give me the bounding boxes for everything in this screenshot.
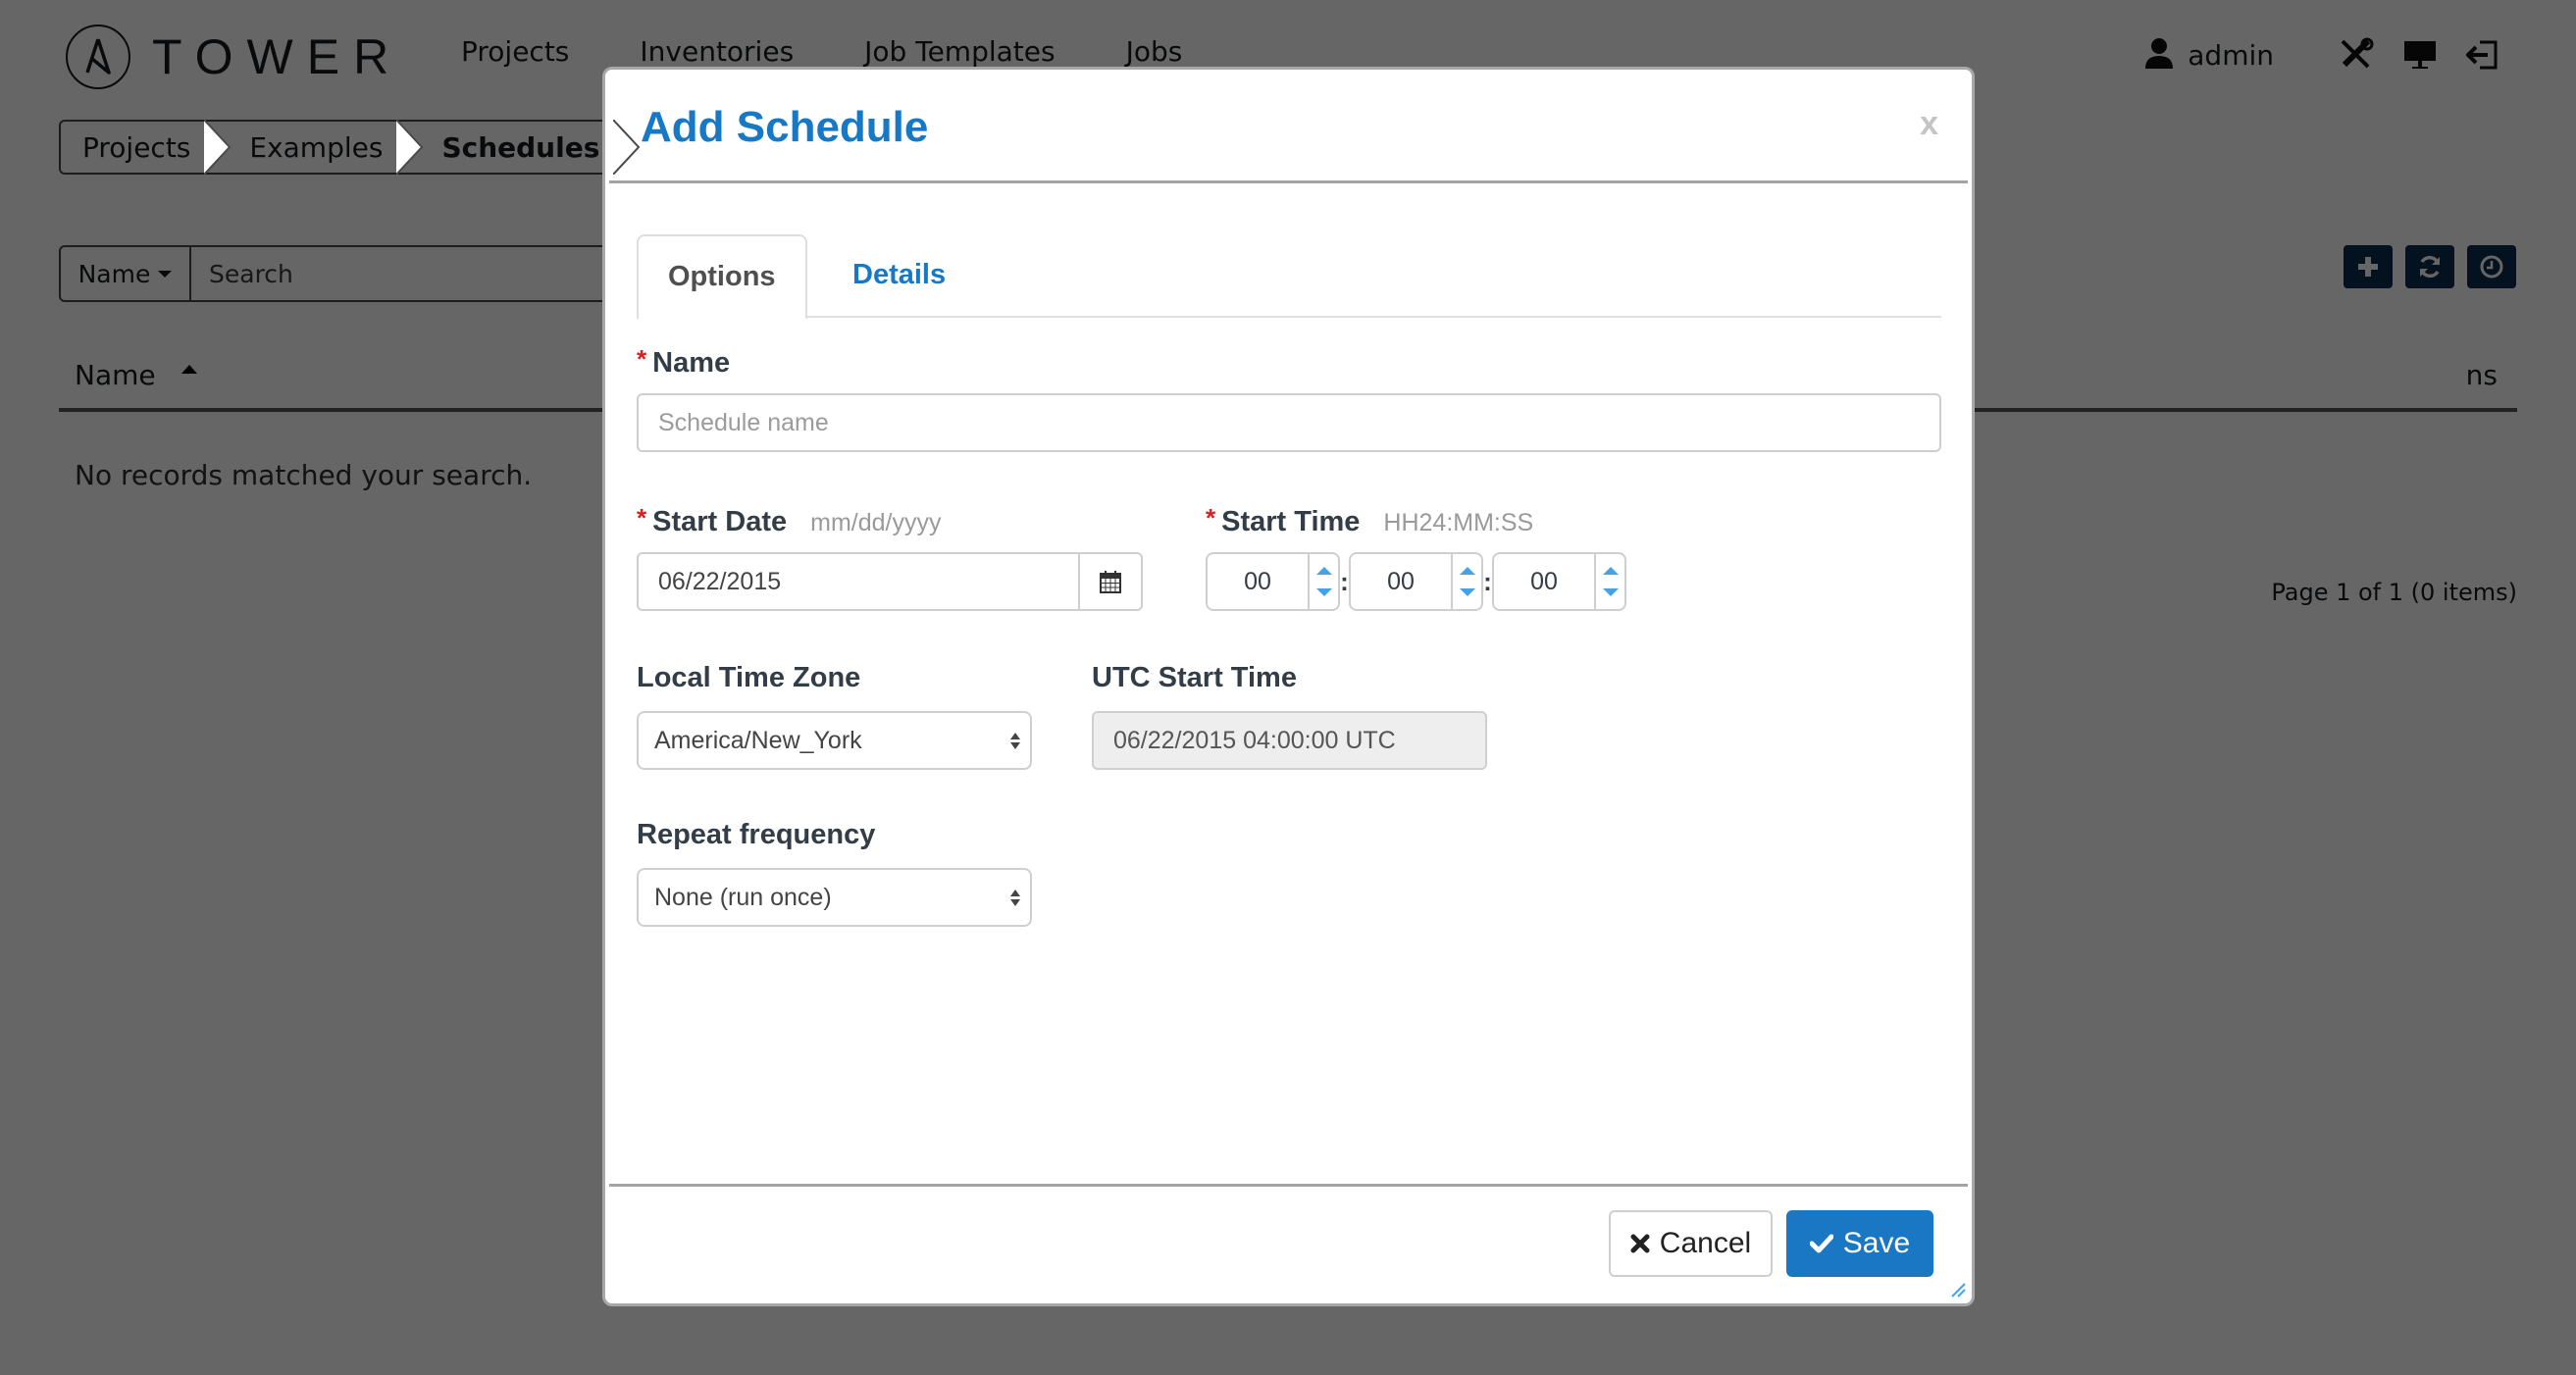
minutes-increment-icon[interactable] bbox=[1459, 567, 1475, 575]
add-schedule-dialog: Add Schedule x Options Details *Name *St… bbox=[602, 67, 1975, 1306]
modal-tabs: Options Details bbox=[637, 234, 1941, 320]
date-picker-button[interactable] bbox=[1078, 554, 1141, 609]
minutes-spinner bbox=[1349, 552, 1483, 611]
repeat-frequency-select[interactable]: None (run once) bbox=[637, 868, 1032, 927]
hours-decrement-icon[interactable] bbox=[1315, 588, 1332, 596]
breadcrumb-separator bbox=[613, 120, 641, 175]
save-button[interactable]: Save bbox=[1786, 1210, 1933, 1277]
time-format-hint: HH24:MM:SS bbox=[1383, 509, 1534, 536]
time-separator: : bbox=[1340, 566, 1349, 596]
timezone-selected-value: America/New_York bbox=[654, 726, 862, 754]
modal-title: Add Schedule bbox=[641, 103, 929, 151]
seconds-input[interactable] bbox=[1494, 554, 1594, 609]
select-arrows-icon bbox=[1010, 889, 1020, 906]
breadcrumb-separator bbox=[396, 120, 424, 175]
seconds-decrement-icon[interactable] bbox=[1602, 588, 1619, 596]
breadcrumb-separator bbox=[204, 120, 232, 175]
seconds-spinner bbox=[1492, 552, 1626, 611]
tab-details[interactable]: Details bbox=[823, 234, 975, 318]
required-marker: * bbox=[1206, 503, 1216, 533]
schedule-name-input[interactable] bbox=[637, 393, 1941, 452]
required-marker: * bbox=[637, 344, 647, 374]
required-marker: * bbox=[637, 503, 647, 533]
cancel-label: Cancel bbox=[1659, 1227, 1752, 1259]
calendar-icon bbox=[1100, 571, 1121, 593]
utc-start-time-field: 06/22/2015 04:00:00 UTC bbox=[1092, 711, 1487, 770]
utc-start-label: UTC Start Time bbox=[1092, 662, 1297, 693]
timezone-select[interactable]: America/New_York bbox=[637, 711, 1032, 770]
repeat-selected-value: None (run once) bbox=[654, 883, 832, 911]
close-icon bbox=[1630, 1234, 1650, 1253]
minutes-decrement-icon[interactable] bbox=[1459, 588, 1475, 596]
timezone-label: Local Time Zone bbox=[637, 662, 861, 693]
modal-header: Add Schedule x bbox=[609, 70, 1968, 183]
start-date-label-text: Start Date bbox=[652, 506, 788, 537]
date-format-hint: mm/dd/yyyy bbox=[810, 509, 942, 536]
start-time-label: * Start Time HH24:MM:SS bbox=[1206, 503, 1533, 538]
time-separator: : bbox=[1483, 566, 1492, 596]
check-icon bbox=[1809, 1234, 1833, 1253]
modal-footer: Cancel Save bbox=[609, 1184, 1968, 1301]
hours-input[interactable] bbox=[1208, 554, 1308, 609]
start-date-label: * Start Date mm/dd/yyyy bbox=[637, 503, 941, 538]
start-time-group: : : bbox=[1206, 552, 1626, 611]
repeat-frequency-label: Repeat frequency bbox=[637, 819, 876, 850]
close-button[interactable]: x bbox=[1920, 105, 1938, 143]
start-time-label-text: Start Time bbox=[1221, 506, 1361, 537]
seconds-increment-icon[interactable] bbox=[1602, 567, 1619, 575]
cancel-button[interactable]: Cancel bbox=[1609, 1210, 1773, 1277]
name-label-text: Name bbox=[652, 347, 731, 379]
start-date-input[interactable] bbox=[639, 554, 1078, 609]
tab-options[interactable]: Options bbox=[637, 234, 807, 320]
resize-handle-icon[interactable] bbox=[1950, 1282, 1966, 1298]
hours-spinner bbox=[1206, 552, 1340, 611]
start-date-group bbox=[637, 552, 1143, 611]
select-arrows-icon bbox=[1010, 732, 1020, 749]
minutes-input[interactable] bbox=[1351, 554, 1451, 609]
save-label: Save bbox=[1842, 1227, 1911, 1259]
hours-increment-icon[interactable] bbox=[1315, 567, 1332, 575]
name-label: * Name bbox=[637, 344, 730, 380]
